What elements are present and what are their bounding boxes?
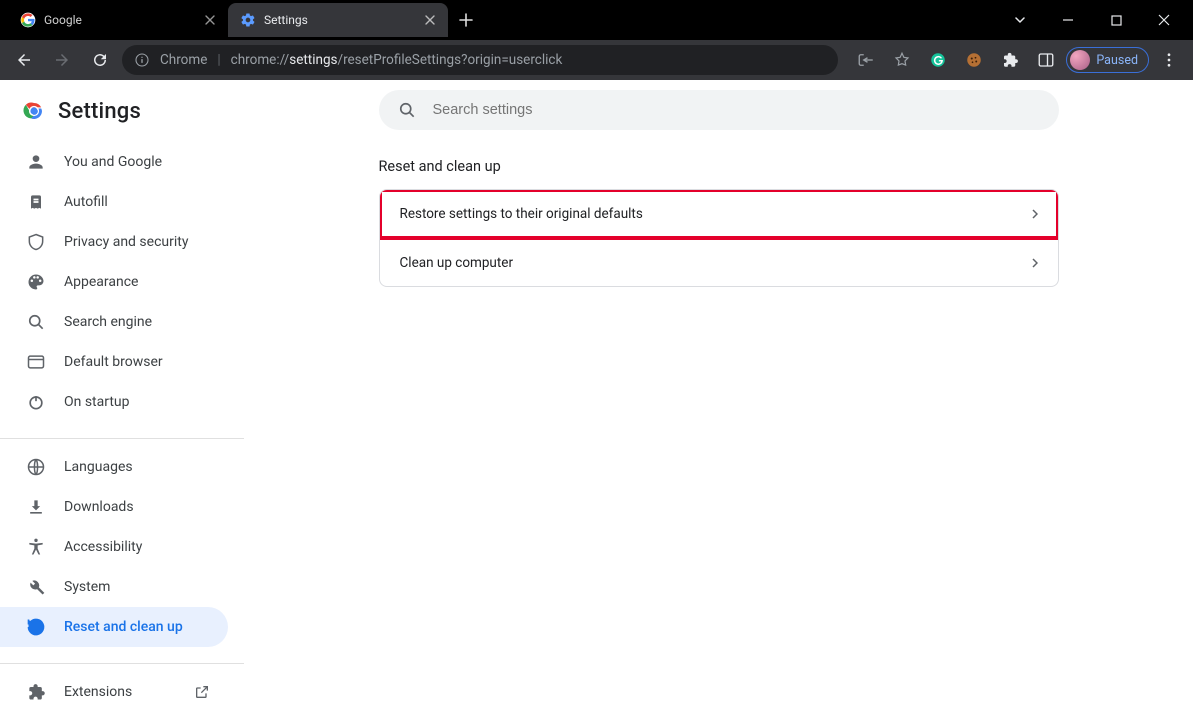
- tab-label: Google: [44, 13, 194, 27]
- extension-cookie-icon[interactable]: [958, 44, 990, 76]
- sidebar-item-label: Appearance: [64, 274, 138, 290]
- chrome-logo-icon: [22, 99, 46, 123]
- sidebar-group-basic: You and Google Autofill Privacy and secu…: [0, 142, 244, 430]
- close-icon[interactable]: [202, 12, 218, 28]
- tab-google[interactable]: Google: [8, 3, 228, 37]
- google-favicon-icon: [20, 12, 36, 28]
- external-link-icon: [194, 684, 210, 700]
- side-panel-icon[interactable]: [1030, 44, 1062, 76]
- extensions-icon[interactable]: [994, 44, 1026, 76]
- sidebar-item-search-engine[interactable]: Search engine: [0, 302, 228, 342]
- url-rest: /resetProfileSettings?origin=userclick: [338, 52, 563, 68]
- search-icon: [397, 100, 417, 120]
- bookmark-icon[interactable]: [886, 44, 918, 76]
- chevron-down-icon[interactable]: [997, 4, 1043, 36]
- extension-grammarly-icon[interactable]: [922, 44, 954, 76]
- kebab-menu-icon[interactable]: [1153, 44, 1185, 76]
- sidebar-item-label: Extensions: [64, 684, 132, 700]
- settings-search[interactable]: [379, 90, 1059, 130]
- sidebar-item-extensions[interactable]: Extensions: [0, 672, 228, 707]
- browser-chrome: Google Settings: [0, 0, 1193, 80]
- sidebar-item-label: Privacy and security: [64, 234, 188, 250]
- sidebar-item-reset[interactable]: Reset and clean up: [0, 607, 228, 647]
- tab-strip: Google Settings: [0, 0, 1193, 40]
- new-tab-button[interactable]: [452, 6, 480, 34]
- sidebar-item-label: On startup: [64, 394, 130, 410]
- back-button[interactable]: [8, 44, 40, 76]
- reload-button[interactable]: [84, 44, 116, 76]
- row-restore-defaults[interactable]: Restore settings to their original defau…: [380, 190, 1058, 238]
- sidebar-group-extra: Extensions: [0, 672, 244, 707]
- main-content: Reset and clean up Restore settings to t…: [244, 80, 1193, 707]
- profile-chip-label: Paused: [1096, 53, 1138, 68]
- sidebar[interactable]: Settings You and Google Autofill Privacy…: [0, 80, 244, 707]
- sidebar-item-on-startup[interactable]: On startup: [0, 382, 228, 422]
- sidebar-item-downloads[interactable]: Downloads: [0, 487, 228, 527]
- tab-settings[interactable]: Settings: [228, 3, 448, 37]
- chevron-right-icon: [1032, 209, 1038, 219]
- window-controls: [997, 4, 1187, 36]
- sidebar-item-system[interactable]: System: [0, 567, 228, 607]
- sidebar-item-label: Accessibility: [64, 539, 142, 555]
- sidebar-item-label: You and Google: [64, 154, 162, 170]
- sidebar-item-appearance[interactable]: Appearance: [0, 262, 228, 302]
- row-label: Restore settings to their original defau…: [400, 206, 643, 222]
- url-bold: settings: [289, 52, 337, 68]
- sidebar-item-label: Languages: [64, 459, 133, 475]
- avatar-icon: [1070, 50, 1090, 70]
- url-host: Chrome: [160, 52, 207, 68]
- window-maximize-button[interactable]: [1093, 4, 1139, 36]
- chevron-right-icon: [1032, 258, 1038, 268]
- tab-label: Settings: [264, 13, 414, 27]
- window-minimize-button[interactable]: [1045, 4, 1091, 36]
- section-title: Reset and clean up: [379, 158, 1059, 175]
- sidebar-item-accessibility[interactable]: Accessibility: [0, 527, 228, 567]
- url-prefix: chrome://: [231, 52, 290, 68]
- sidebar-item-autofill[interactable]: Autofill: [0, 182, 228, 222]
- sidebar-item-label: Default browser: [64, 354, 163, 370]
- settings-favicon-icon: [240, 12, 256, 28]
- toolbar: Chrome | chrome://settings/resetProfileS…: [0, 40, 1193, 80]
- sidebar-item-label: Search engine: [64, 314, 152, 330]
- row-clean-up-computer[interactable]: Clean up computer: [380, 238, 1058, 286]
- settings-search-input[interactable]: [433, 102, 1041, 118]
- share-icon[interactable]: [850, 44, 882, 76]
- sidebar-item-label: Reset and clean up: [64, 619, 183, 635]
- close-icon[interactable]: [422, 12, 438, 28]
- sidebar-item-label: Autofill: [64, 194, 108, 210]
- sidebar-item-label: Downloads: [64, 499, 134, 515]
- page-title: Settings: [58, 99, 141, 124]
- site-info-icon[interactable]: [134, 52, 150, 68]
- settings-page: Settings You and Google Autofill Privacy…: [0, 80, 1193, 707]
- sidebar-group-advanced: Languages Downloads Accessibility System…: [0, 447, 244, 655]
- forward-button[interactable]: [46, 44, 78, 76]
- sidebar-divider: [0, 438, 244, 439]
- sidebar-item-languages[interactable]: Languages: [0, 447, 228, 487]
- url-text: Chrome | chrome://settings/resetProfileS…: [160, 52, 562, 68]
- page-title-row: Settings: [0, 80, 244, 142]
- profile-chip[interactable]: Paused: [1066, 47, 1149, 73]
- window-close-button[interactable]: [1141, 4, 1187, 36]
- sidebar-item-privacy[interactable]: Privacy and security: [0, 222, 228, 262]
- sidebar-divider: [0, 663, 244, 664]
- reset-card: Restore settings to their original defau…: [379, 189, 1059, 287]
- row-label: Clean up computer: [400, 255, 514, 271]
- sidebar-item-default-browser[interactable]: Default browser: [0, 342, 228, 382]
- address-bar[interactable]: Chrome | chrome://settings/resetProfileS…: [122, 45, 838, 75]
- sidebar-item-label: System: [64, 579, 110, 595]
- sidebar-item-you-and-google[interactable]: You and Google: [0, 142, 228, 182]
